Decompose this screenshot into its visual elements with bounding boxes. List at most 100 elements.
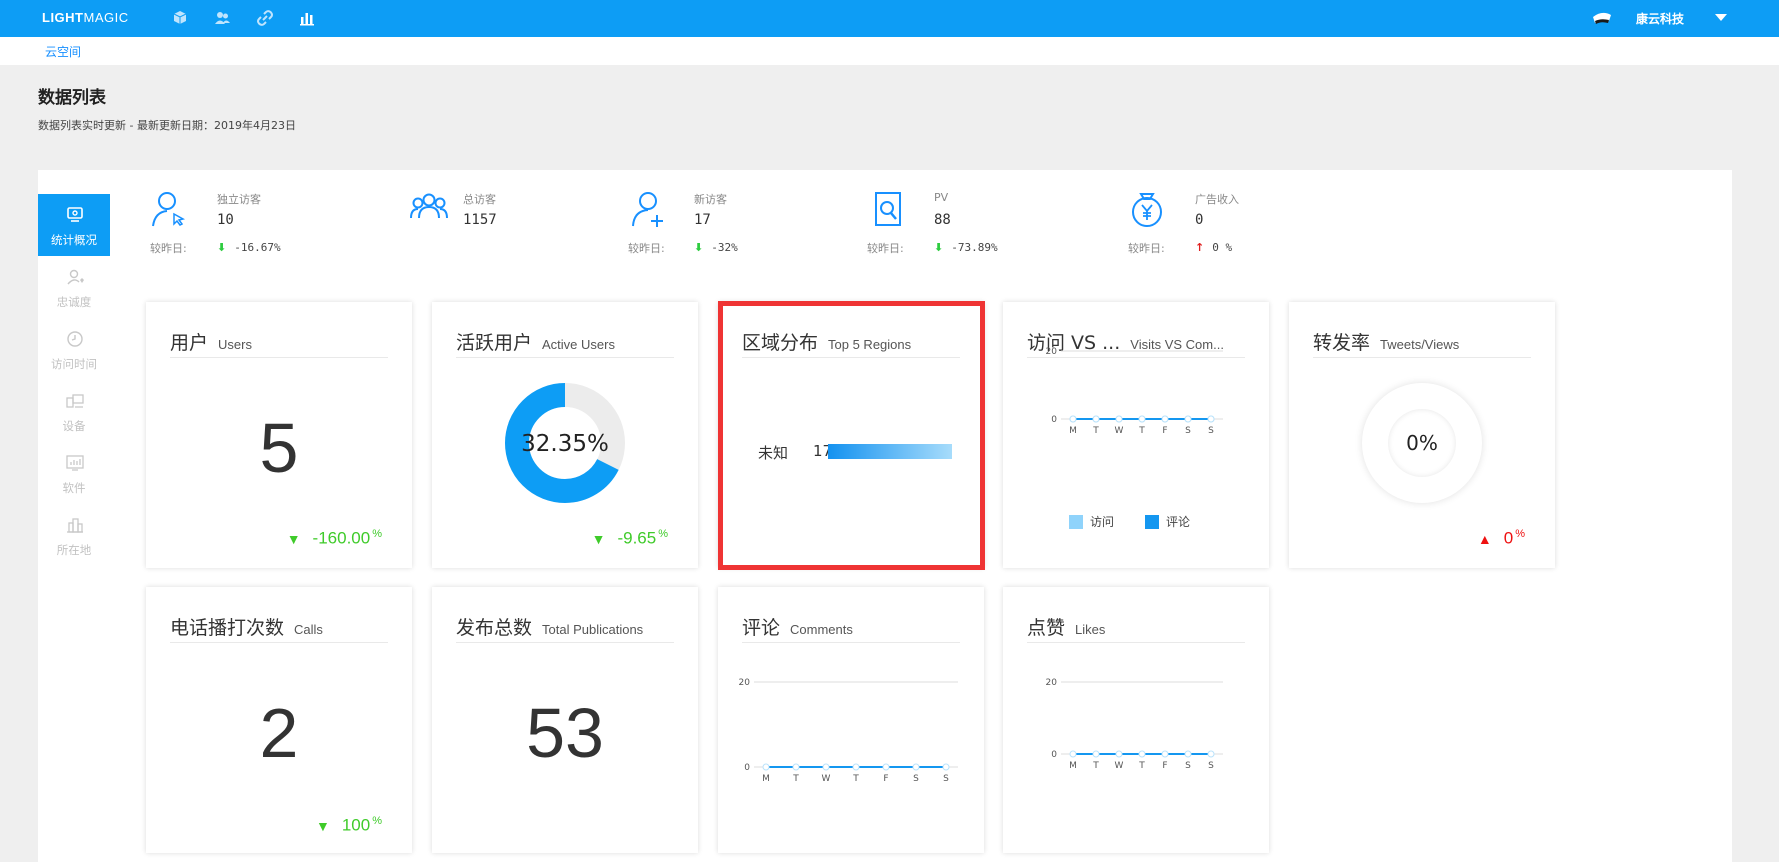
- triangle-down-icon: ▼: [315, 817, 330, 834]
- region-name: 未知: [758, 444, 789, 462]
- x-tick-label: M: [762, 774, 770, 784]
- cloud-camera-icon[interactable]: [1591, 9, 1613, 27]
- card-tweets-views[interactable]: 转发率 Tweets/Views 0% ▲ 0%: [1289, 302, 1555, 568]
- page-search-icon: [875, 192, 901, 226]
- trend-unit: %: [372, 528, 382, 540]
- data-point: [912, 763, 920, 771]
- card-title: 活跃用户: [456, 332, 533, 354]
- card-regions[interactable]: 区域分布 Top 5 Regions 未知 17: [718, 302, 984, 568]
- x-tick-label: S: [1208, 761, 1214, 771]
- arrow-down-icon: ⬇: [934, 241, 944, 254]
- y-tick-label: 20: [1046, 347, 1058, 357]
- logo[interactable]: LIGHTMAGIC: [42, 10, 129, 25]
- sidebar-item-loyalty[interactable]: 忠诚度: [38, 256, 110, 318]
- x-tick-label: T: [1138, 761, 1145, 771]
- sidebar-item-software[interactable]: 软件: [38, 442, 110, 504]
- clock-icon: [67, 331, 83, 347]
- stat-change: ⬇ -16.67%: [217, 241, 281, 254]
- data-point: [1138, 750, 1146, 758]
- trend-unit: %: [372, 815, 382, 827]
- stat-compare-label: 较昨日:: [1128, 242, 1165, 255]
- breadcrumb[interactable]: 云空间: [45, 43, 81, 60]
- sidebar-item-overview[interactable]: 统计概况: [38, 194, 110, 256]
- card-title: 用户: [170, 332, 209, 354]
- users-icon[interactable]: [213, 9, 231, 27]
- breadcrumb-bar: 云空间: [0, 37, 1779, 65]
- trend-unit: %: [1515, 528, 1525, 540]
- sidebar-item-label: 忠诚度: [56, 295, 92, 309]
- data-point: [852, 763, 860, 771]
- region-bar: [828, 444, 952, 459]
- card-calls[interactable]: 电话播打次数 Calls 2 ▼ 100%: [146, 587, 412, 853]
- stat-compare-label: 较昨日:: [628, 242, 665, 255]
- active-users-donut: 32.35%: [505, 383, 625, 503]
- legend-swatch-comments: [1145, 515, 1159, 529]
- card-title: 区域分布: [742, 332, 819, 354]
- stat-compare-label: 较昨日:: [867, 242, 904, 255]
- comments-line-chart: 20 0 M T W T F S S: [739, 678, 958, 784]
- sidebar-item-visit-time[interactable]: 访问时间: [38, 318, 110, 380]
- bar-chart-icon[interactable]: [298, 9, 316, 27]
- x-tick-label: T: [1092, 761, 1099, 771]
- stat-value: 88: [934, 212, 951, 228]
- stat-value: 0: [1195, 212, 1204, 228]
- card-active-users[interactable]: 活跃用户 Active Users 32.35% ▼ -9.65%: [432, 302, 698, 568]
- data-point: [1161, 750, 1169, 758]
- stat-compare-label: 较昨日:: [150, 242, 187, 255]
- sidebar-item-label: 所在地: [56, 543, 92, 557]
- visits-line-chart: 20 0 M T W T F S S: [1046, 347, 1223, 436]
- stat-change-value: -73.89%: [951, 241, 998, 254]
- stat-change-value: -32%: [711, 241, 738, 254]
- triangle-up-icon: ▲: [1477, 530, 1492, 547]
- link-icon[interactable]: [256, 9, 274, 27]
- card-header: 发布总数 Total Publications: [456, 613, 674, 643]
- card-users[interactable]: 用户 Users 5 ▼ -160.00%: [146, 302, 412, 568]
- user-heart-icon: [67, 269, 84, 285]
- card-title: 发布总数: [456, 617, 533, 639]
- arrow-down-icon: ⬇: [694, 241, 704, 254]
- x-tick-label: S: [943, 774, 949, 784]
- trend-unit: %: [658, 528, 668, 540]
- card-title: 电话播打次数: [170, 617, 285, 639]
- x-tick-label: W: [822, 774, 831, 784]
- card-header: 区域分布 Top 5 Regions: [742, 328, 960, 358]
- sidebar-item-devices[interactable]: 设备: [38, 380, 110, 442]
- monitor-icon: [67, 207, 83, 222]
- page-subtitle: 数据列表实时更新 - 最新更新日期：2019年4月23日: [38, 119, 296, 132]
- tweets-ring: 0%: [1362, 383, 1482, 503]
- data-point: [942, 763, 950, 771]
- money-bag-icon: [1132, 193, 1162, 227]
- logo-bold-text: LIGHT: [42, 10, 84, 25]
- top-navbar: LIGHTMAGIC 康云科技: [0, 0, 1779, 37]
- x-tick-label: T: [852, 774, 859, 784]
- data-point: [1069, 415, 1077, 423]
- x-tick-label: F: [883, 774, 888, 784]
- stat-name: PV: [934, 191, 949, 204]
- card-visits-vs-comments[interactable]: 访问 VS ... Visits VS Com... 20 0 M T W T F S S 访问 …: [1003, 302, 1269, 568]
- card-subtitle: Top 5 Regions: [828, 337, 912, 352]
- x-tick-label: T: [1092, 426, 1099, 436]
- devices-icon: [66, 394, 84, 408]
- building-icon: [67, 518, 83, 533]
- y-tick-label: 0: [1051, 415, 1057, 425]
- card-publications[interactable]: 发布总数 Total Publications 53: [432, 587, 698, 853]
- card-subtitle: Tweets/Views: [1380, 337, 1460, 352]
- company-name[interactable]: 康云科技: [1636, 10, 1684, 27]
- data-point: [1161, 415, 1169, 423]
- legend-swatch-visits: [1069, 515, 1083, 529]
- calls-trend: ▼ 100%: [316, 815, 382, 836]
- cube-icon[interactable]: [171, 9, 189, 27]
- legend-label-comments: 评论: [1166, 515, 1191, 529]
- stat-name: 广告收入: [1195, 193, 1239, 206]
- publications-value: 53: [526, 694, 604, 772]
- stat-value: 17: [694, 212, 711, 228]
- x-tick-label: S: [1185, 426, 1191, 436]
- chevron-down-icon[interactable]: [1715, 14, 1727, 21]
- x-tick-label: S: [913, 774, 919, 784]
- x-tick-label: M: [1069, 761, 1077, 771]
- donut-label: 32.35%: [521, 431, 609, 457]
- y-tick-label: 0: [744, 763, 750, 773]
- card-comments[interactable]: 评论 Comments 20 0 M T W T F S S: [718, 587, 984, 853]
- sidebar-item-location[interactable]: 所在地: [38, 504, 110, 566]
- card-likes[interactable]: 点赞 Likes 20 0 M T W T F S S: [1003, 587, 1269, 853]
